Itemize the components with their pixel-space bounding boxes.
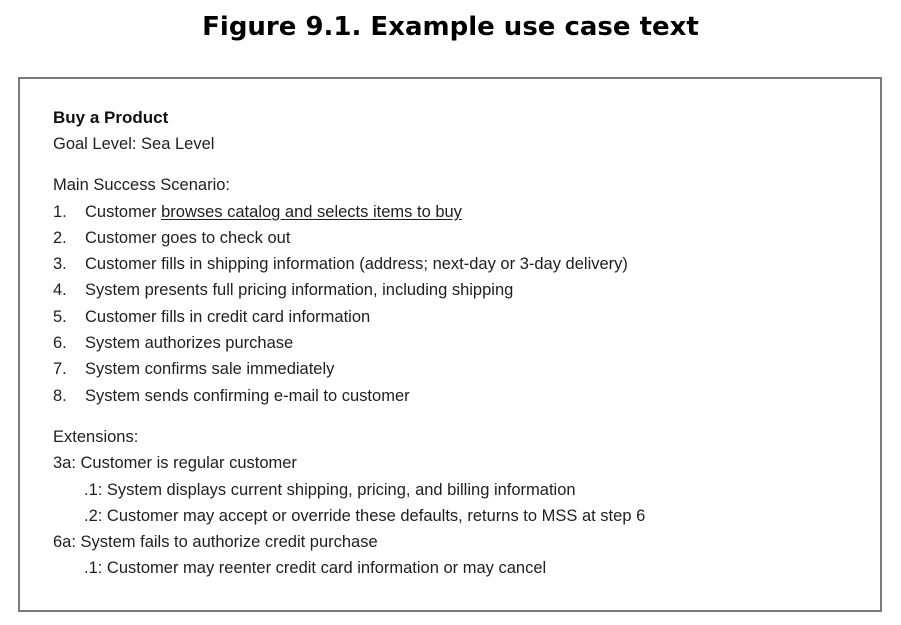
step-number: 8. — [53, 386, 67, 405]
main-success-steps: 1. Customer browses catalog and selects … — [53, 199, 860, 409]
use-case-title: Buy a Product — [53, 108, 169, 127]
figure-title: Figure 9.1. Example use case text — [202, 12, 699, 42]
extension-condition: 6a: System fails to authorize credit pur… — [53, 533, 378, 552]
extension-block: 6a: System fails to authorize credit pur… — [53, 529, 860, 582]
step-item: 8. System sends confirming e-mail to cus… — [53, 383, 860, 409]
extension-sub-step: .1: System displays current shipping, pr… — [84, 480, 576, 499]
main-success-heading: Main Success Scenario: — [53, 176, 230, 195]
step-item: 7. System confirms sale immediately — [53, 356, 860, 382]
step-number: 2. — [53, 228, 67, 247]
goal-level: Goal Level: Sea Level — [53, 135, 215, 153]
step-number: 3. — [53, 255, 67, 274]
extension-sub-step: .2: Customer may accept or override thes… — [84, 506, 646, 525]
extensions-heading: Extensions: — [53, 427, 139, 446]
step-text: System sends confirming e-mail to custom… — [85, 386, 410, 405]
step-number: 4. — [53, 281, 67, 300]
step-number: 1. — [53, 202, 67, 221]
step-item: 2. Customer goes to check out — [53, 225, 860, 251]
use-case-content: Buy a Product Goal Level: Sea Level Main… — [53, 105, 860, 582]
step-text: Customer fills in shipping information (… — [85, 255, 628, 274]
step-number: 5. — [53, 307, 67, 326]
step-text: System confirms sale immediately — [85, 360, 335, 379]
step-item: 5. Customer fills in credit card informa… — [53, 304, 860, 330]
step-item: 6. System authorizes purchase — [53, 330, 860, 356]
step-text: Customer fills in credit card informatio… — [85, 307, 371, 326]
use-case-box: Buy a Product Goal Level: Sea Level Main… — [18, 77, 882, 612]
extension-block: 3a: Customer is regular customer .1: Sys… — [53, 450, 860, 529]
step-text: Customer browses catalog and selects ite… — [85, 202, 462, 221]
step-text: System authorizes purchase — [85, 334, 294, 353]
step-item: 4. System presents full pricing informat… — [53, 277, 860, 303]
step-underlined-text: browses catalog and selects items to buy — [161, 202, 462, 221]
step-number: 7. — [53, 360, 67, 379]
step-item: 3. Customer fills in shipping informatio… — [53, 251, 860, 277]
step-number: 6. — [53, 334, 67, 353]
extension-sub-step: .1: Customer may reenter credit card inf… — [84, 559, 547, 578]
step-text: System presents full pricing information… — [85, 281, 514, 300]
extension-condition: 3a: Customer is regular customer — [53, 454, 297, 473]
step-text: Customer goes to check out — [85, 228, 291, 247]
step-item: 1. Customer browses catalog and selects … — [53, 199, 860, 225]
